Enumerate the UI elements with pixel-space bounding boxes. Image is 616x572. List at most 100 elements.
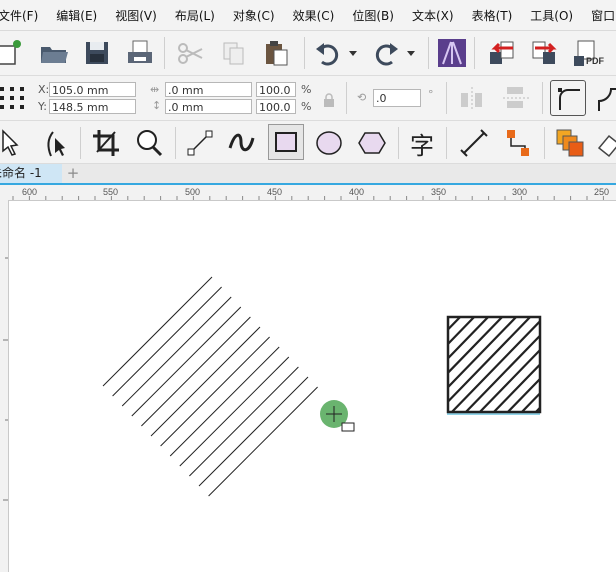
diagonal-line-group[interactable] bbox=[102, 276, 318, 497]
object-origin-icon[interactable] bbox=[0, 82, 28, 114]
copy-icon[interactable] bbox=[218, 37, 250, 69]
width-field[interactable]: .0 mm bbox=[165, 82, 252, 97]
toolbar-separator bbox=[304, 37, 305, 69]
mirror-vertical-icon[interactable] bbox=[500, 82, 532, 114]
text-tool-icon[interactable]: 字 bbox=[406, 127, 438, 160]
lock-ratio-icon[interactable] bbox=[319, 90, 339, 110]
diagonal-line[interactable] bbox=[160, 336, 270, 447]
ruler-tick-label: 600 bbox=[22, 187, 37, 197]
menu-item-0[interactable]: 文件(F) bbox=[0, 7, 46, 24]
fill-tool-icon[interactable] bbox=[594, 127, 616, 159]
toolbar-separator bbox=[446, 82, 447, 114]
hatch-line bbox=[560, 313, 616, 416]
diagonal-line[interactable] bbox=[131, 306, 242, 417]
x-label: X: bbox=[38, 83, 50, 96]
menu-item-10[interactable]: 窗口(W) bbox=[591, 7, 616, 24]
menu-item-1[interactable]: 编辑(E) bbox=[56, 7, 105, 24]
redo-dropdown-icon[interactable] bbox=[402, 37, 420, 69]
menu-item-2[interactable]: 视图(V) bbox=[115, 7, 165, 24]
rectangle-tool-icon[interactable] bbox=[268, 124, 304, 160]
horizontal-ruler[interactable]: 600 550 500 450 400 350 300 250 bbox=[0, 185, 616, 201]
rotation-icon: ⟲ bbox=[357, 91, 367, 104]
connector-tool-icon[interactable] bbox=[502, 127, 534, 159]
diagonal-line[interactable] bbox=[198, 376, 309, 487]
toolbar-separator bbox=[428, 37, 429, 69]
new-document-icon[interactable] bbox=[0, 37, 26, 69]
corel-connect-icon[interactable] bbox=[436, 37, 468, 69]
document-tab[interactable]: 未命名 -1 bbox=[0, 164, 62, 183]
print-icon[interactable] bbox=[124, 37, 156, 69]
blend-tool-icon[interactable] bbox=[554, 127, 586, 159]
undo-icon[interactable] bbox=[312, 37, 344, 69]
import-icon[interactable] bbox=[486, 37, 518, 69]
pick-tool-icon[interactable] bbox=[0, 127, 28, 159]
ruler-tick-label: 450 bbox=[267, 187, 282, 197]
toolbar-separator bbox=[175, 127, 176, 159]
redo-icon[interactable] bbox=[370, 37, 402, 69]
x-position-field[interactable]: 105.0 mm bbox=[49, 82, 136, 97]
diagonal-line[interactable] bbox=[141, 316, 251, 427]
degree-label: ° bbox=[428, 88, 434, 101]
scale-x-field[interactable]: 100.0 bbox=[256, 82, 296, 97]
height-field[interactable]: .0 mm bbox=[165, 99, 252, 114]
mirror-horizontal-icon[interactable] bbox=[456, 82, 488, 114]
zoom-tool-icon[interactable] bbox=[133, 127, 165, 159]
diagonal-line[interactable] bbox=[169, 346, 280, 457]
menu-item-9[interactable]: 工具(O) bbox=[530, 7, 581, 24]
shape-tool-icon[interactable] bbox=[40, 127, 72, 159]
cut-icon[interactable] bbox=[174, 37, 206, 69]
add-tab-button[interactable]: + bbox=[64, 164, 82, 183]
diagonal-line[interactable] bbox=[179, 356, 290, 467]
paste-icon[interactable] bbox=[260, 37, 292, 69]
toolbar-separator bbox=[544, 127, 545, 159]
diagonal-line[interactable] bbox=[102, 276, 213, 387]
drawing-canvas[interactable] bbox=[9, 201, 616, 572]
menu-item-7[interactable]: 文本(X) bbox=[412, 7, 462, 24]
polygon-tool-icon[interactable] bbox=[356, 127, 388, 159]
ellipse-tool-icon[interactable] bbox=[313, 127, 345, 159]
menu-item-6[interactable]: 位图(B) bbox=[352, 7, 402, 24]
line-tool-icon[interactable] bbox=[184, 127, 216, 159]
y-position-field[interactable]: 148.5 mm bbox=[49, 99, 136, 114]
toolbar-separator bbox=[474, 37, 475, 69]
ruler-tick-label: 400 bbox=[349, 187, 364, 197]
diagonal-line[interactable] bbox=[112, 286, 222, 397]
hatch-line bbox=[588, 313, 616, 416]
width-icon: ⇹ bbox=[150, 83, 160, 96]
undo-dropdown-icon[interactable] bbox=[344, 37, 362, 69]
diagonal-line[interactable] bbox=[189, 366, 299, 477]
hatch-line bbox=[602, 313, 616, 416]
artistic-media-icon[interactable] bbox=[226, 127, 258, 159]
round-corner-icon[interactable] bbox=[550, 80, 586, 116]
menu-item-8[interactable]: 表格(T) bbox=[472, 7, 521, 24]
export-pdf-icon[interactable]: PDF bbox=[572, 37, 604, 69]
pdf-label: PDF bbox=[586, 56, 604, 66]
hatched-square[interactable] bbox=[336, 313, 616, 416]
dimension-tool-icon[interactable] bbox=[458, 127, 490, 159]
menu-item-5[interactable]: 效果(C) bbox=[293, 7, 343, 24]
percent-label: % bbox=[301, 100, 312, 113]
scalloped-corner-icon[interactable] bbox=[592, 82, 616, 114]
export-icon[interactable] bbox=[528, 37, 560, 69]
toolbar-separator bbox=[164, 37, 165, 69]
canvas-drawing bbox=[102, 276, 616, 497]
open-icon[interactable] bbox=[38, 37, 70, 69]
crop-tool-icon[interactable] bbox=[90, 127, 122, 159]
save-icon[interactable] bbox=[81, 37, 113, 69]
scale-y-field[interactable]: 100.0 bbox=[256, 99, 296, 114]
diagonal-line[interactable] bbox=[121, 296, 232, 407]
ruler-tick-label: 300 bbox=[512, 187, 527, 197]
ruler-tick-label: 500 bbox=[185, 187, 200, 197]
ruler-tick-label: 350 bbox=[431, 187, 446, 197]
toolbox: 字 bbox=[0, 121, 616, 164]
toolbar-separator bbox=[398, 127, 399, 159]
menu-item-3[interactable]: 布局(L) bbox=[175, 7, 223, 24]
hatch-line bbox=[574, 313, 616, 416]
diagonal-line[interactable] bbox=[150, 326, 261, 437]
menu-item-4[interactable]: 对象(C) bbox=[233, 7, 283, 24]
rotation-field[interactable]: .0 bbox=[373, 89, 421, 107]
standard-toolbar: PDF bbox=[0, 31, 616, 76]
vertical-ruler[interactable] bbox=[0, 200, 9, 572]
cursor bbox=[320, 400, 355, 432]
diagonal-line[interactable] bbox=[208, 386, 318, 497]
